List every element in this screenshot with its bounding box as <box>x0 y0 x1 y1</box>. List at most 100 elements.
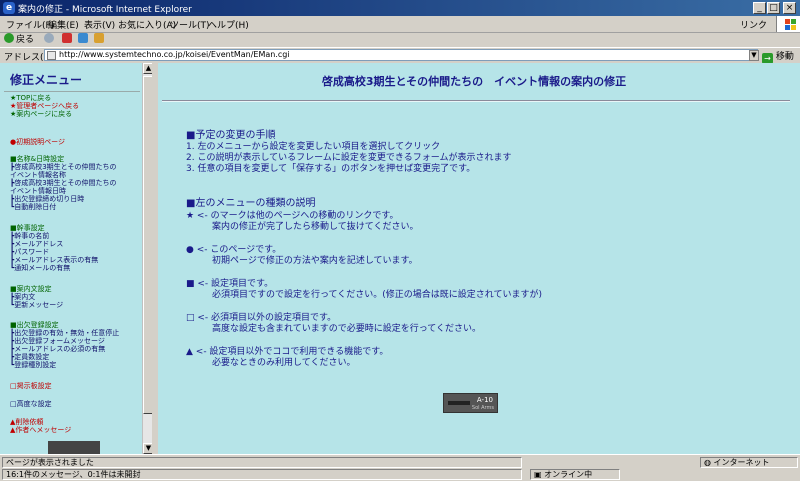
back-arrow-icon <box>4 33 14 43</box>
type-page-line2: 初期ページで修正の方法や案内を記述しています。 <box>212 256 418 266</box>
nav-admin-link[interactable]: ★管理者ページへ戻る <box>10 102 79 110</box>
type-link-line1: ★ <- のマークは他のページへの移動のリンクです。 <box>186 211 399 221</box>
menu-item-event-date[interactable]: ┣啓成高校3期生とその仲間たちの <box>10 179 116 187</box>
minimize-button[interactable]: _ <box>753 2 766 14</box>
main-content-frame: 啓成高校3期生とその仲間たちの イベント情報の案内の修正 ■予定の変更の手順 1… <box>158 63 800 454</box>
back-label: 戻る <box>16 35 35 45</box>
menu-item-deadline[interactable]: ┣出欠登録締め切り日時 <box>10 195 84 203</box>
menu-item-update-message[interactable]: ┗更新メッセージ <box>10 301 63 309</box>
type-function-line2: 必要なときのみ利用してください。 <box>212 358 356 368</box>
section-heading: ■案内文設定 <box>10 285 52 293</box>
menu-help[interactable]: ヘルプ(H) <box>208 18 249 31</box>
type-required-line1: ■ <- 設定項目です。 <box>186 279 274 289</box>
globe-icon: ◍ <box>704 458 711 467</box>
page-icon <box>47 51 56 60</box>
menu-item-notify-mail[interactable]: ┗通知メールの有無 <box>10 264 70 272</box>
menu-bar: ファイル(F) 編集(E) 表示(V) お気に入り(A) ツール(T) ヘルプ(… <box>0 16 800 33</box>
close-button[interactable]: × <box>783 2 796 14</box>
stop-icon <box>62 33 72 43</box>
procedure-step: 3. 任意の項目を変更して「保存する」のボタンを押せば変更完了です。 <box>186 164 476 174</box>
refresh-button[interactable] <box>78 33 90 47</box>
toolbar: 戻る <box>0 33 800 47</box>
page-title: 啓成高校3期生とその仲間たちの イベント情報の案内の修正 <box>321 75 627 88</box>
left-scrollbar[interactable]: ▲ ▼ <box>142 63 152 454</box>
a10-logo-image[interactable]: A-10 Sol Arms <box>443 393 498 413</box>
menu-edit[interactable]: 編集(E) <box>48 18 79 31</box>
scroll-down-button[interactable]: ▼ <box>143 443 152 454</box>
intro-page-link[interactable]: ●初期説明ページ <box>10 138 65 146</box>
types-heading: ■左のメニューの種類の説明 <box>186 198 316 209</box>
type-function-line1: ▲ <- 設定項目以外でココで利用できる機能です。 <box>186 347 389 357</box>
section-heading: ■名称&日時設定 <box>10 155 65 163</box>
menu-item-message-author[interactable]: ▲作者へメッセージ <box>10 426 71 434</box>
title-bar: e 案内の修正 - Microsoft Internet Explorer _ … <box>0 0 800 16</box>
title-divider <box>162 100 790 102</box>
nav-top-link[interactable]: ★TOPに戻る <box>10 94 51 102</box>
section-heading: ■出欠登録設定 <box>10 321 59 329</box>
maximize-button[interactable]: □ <box>767 2 780 14</box>
go-button[interactable]: → 移動 <box>762 49 794 64</box>
status-text: ページが表示されました <box>2 457 522 468</box>
menu-view[interactable]: 表示(V) <box>84 18 115 31</box>
menu-item-delete-request[interactable]: ▲削除依頼 <box>10 418 43 426</box>
menu-item-organizer-name[interactable]: ┣幹事の名前 <box>10 232 49 240</box>
menu-item-attendance-form[interactable]: ┣出欠登録フォームメッセージ <box>10 337 105 345</box>
procedure-step: 1. 左のメニューから設定を変更したい項目を選択してクリック <box>186 142 441 152</box>
address-dropdown-button[interactable]: ▼ <box>749 50 759 61</box>
procedure-heading: ■予定の変更の手順 <box>186 130 276 141</box>
zone-label: インターネット <box>713 458 770 467</box>
type-link-line2: 案内の修正が完了したら移動して抜けてください。 <box>212 222 419 232</box>
left-menu-divider <box>4 91 140 92</box>
scroll-up-button[interactable]: ▲ <box>143 63 152 74</box>
logo-text: A-10 <box>476 396 493 404</box>
home-button[interactable] <box>94 33 106 47</box>
nav-guide-link[interactable]: ★案内ページに戻る <box>10 110 72 118</box>
online-label: オンライン中 <box>544 470 593 479</box>
menu-item-email-display[interactable]: ┣メールアドレス表示の有無 <box>10 256 98 264</box>
type-optional-line1: □ <- 必須項目以外の設定項目です。 <box>186 313 337 323</box>
window-title: 案内の修正 - Microsoft Internet Explorer <box>18 5 192 15</box>
section-heading: ■幹事設定 <box>10 224 45 232</box>
menu-item-guide-text[interactable]: ┣案内文 <box>10 293 35 301</box>
menu-item-registration-type[interactable]: ┗登録種別設定 <box>10 361 56 369</box>
scroll-thumb[interactable] <box>143 76 152 414</box>
menu-item-event-name-cont[interactable]: イベント情報名称 <box>10 171 66 179</box>
refresh-icon <box>78 33 88 43</box>
left-menu-frame: 修正メニュー ★TOPに戻る ★管理者ページへ戻る ★案内ページに戻る ●初期説… <box>0 63 155 454</box>
menu-item-email[interactable]: ┣メールアドレス <box>10 240 63 248</box>
menu-item-email-required[interactable]: ┣メールアドレスの必須の有無 <box>10 345 105 353</box>
left-menu-title: 修正メニュー <box>10 73 83 87</box>
type-required-line2: 必須項目ですので設定を行ってください。(修正の場合は既に設定されていますが) <box>212 290 543 300</box>
menu-file[interactable]: ファイル(F) <box>6 18 54 31</box>
menu-item-password[interactable]: ┣パスワード <box>10 248 49 256</box>
type-optional-line2: 高度な設定も含まれていますので必要時に設定を行ってください。 <box>212 324 482 334</box>
type-page-line1: ● <- このページです。 <box>186 245 282 255</box>
forward-button[interactable] <box>44 33 56 47</box>
status-message: ページが表示されました <box>6 458 94 467</box>
home-icon <box>94 33 104 43</box>
menu-favorites[interactable]: お気に入り(A) <box>118 18 176 31</box>
back-button[interactable]: 戻る <box>4 33 34 47</box>
menu-item-capacity[interactable]: ┣定員数設定 <box>10 353 49 361</box>
menu-item-auto-delete[interactable]: ┗自動削除日付 <box>10 203 56 211</box>
zone-indicator: ◍ インターネット <box>700 457 798 468</box>
stop-button[interactable] <box>62 33 74 47</box>
menu-item-advanced-settings[interactable]: □高度な設定 <box>10 400 52 408</box>
menu-item-attendance-enable[interactable]: ┣出欠登録の有効・無効・任意停止 <box>10 329 119 337</box>
address-bar: アドレス(D) http://www.systemtechno.co.jp/ko… <box>0 47 800 64</box>
left-logo-image <box>48 441 100 454</box>
address-input[interactable]: http://www.systemtechno.co.jp/koisei/Eve… <box>44 49 758 61</box>
menu-item-bbs-settings[interactable]: □掲示板設定 <box>10 382 52 390</box>
message-count-text: 16:1件のメッセージ、0:1件は未開封 <box>2 469 522 480</box>
online-icon: ▣ <box>534 470 542 479</box>
address-url: http://www.systemtechno.co.jp/koisei/Eve… <box>59 50 290 59</box>
forward-arrow-icon <box>44 33 54 43</box>
menu-item-event-name[interactable]: ┣啓成高校3期生とその仲間たちの <box>10 163 116 171</box>
menu-item-event-date-cont[interactable]: イベント情報日時 <box>10 187 66 195</box>
online-indicator: ▣ オンライン中 <box>530 469 620 480</box>
links-button[interactable]: リンク <box>740 18 767 31</box>
message-count: 16:1件のメッセージ、0:1件は未開封 <box>6 470 141 479</box>
status-bar: ページが表示されました ◍ インターネット 16:1件のメッセージ、0:1件は未… <box>0 454 800 481</box>
menu-tools[interactable]: ツール(T) <box>170 18 210 31</box>
go-label: 移動 <box>775 52 794 62</box>
